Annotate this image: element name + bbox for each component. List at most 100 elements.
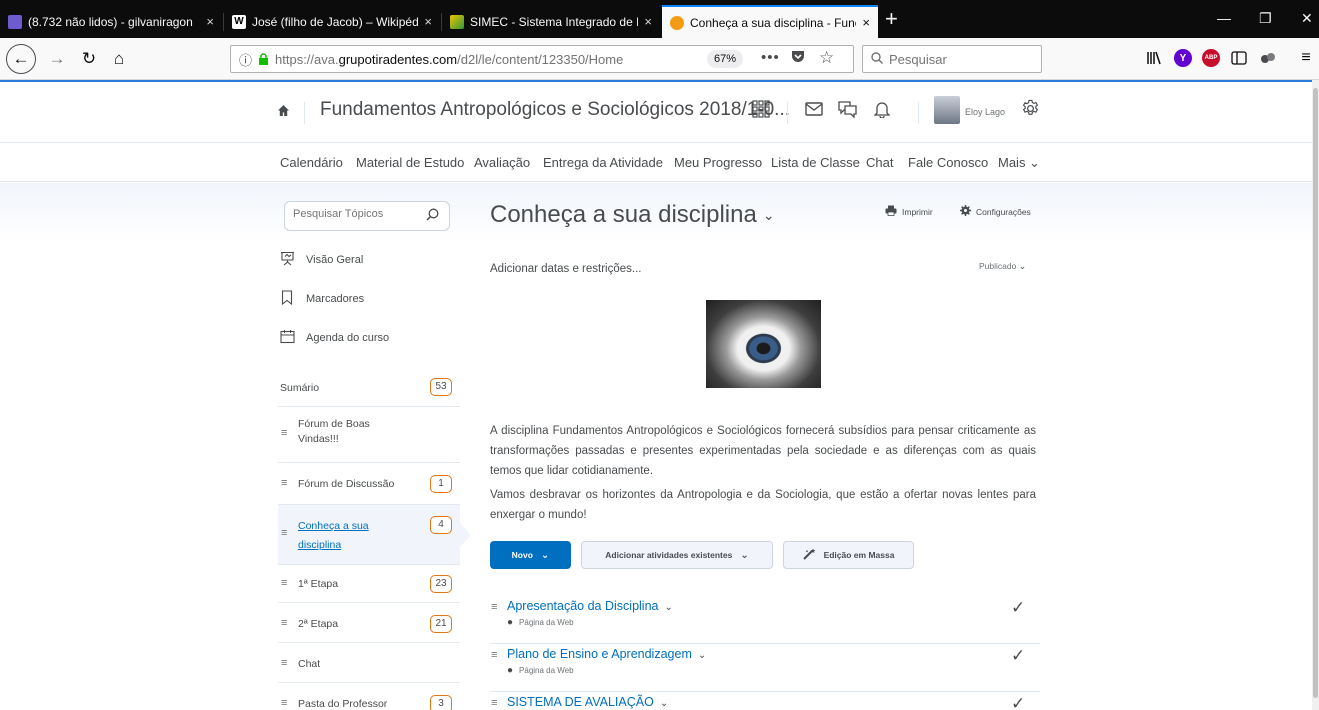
course-selector-icon[interactable] <box>752 100 774 122</box>
topic-title[interactable]: Apresentação da Disciplina ⌄ <box>507 599 673 613</box>
yahoo-icon[interactable]: Y <box>1174 49 1192 67</box>
page-actions-icon[interactable]: ••• <box>761 49 780 66</box>
home-button[interactable]: ⌂ <box>106 46 132 72</box>
sidebar-item-label: Marcadores <box>306 293 365 305</box>
nav-item-avaliacao[interactable]: Avaliação <box>474 155 530 170</box>
topic-title[interactable]: SISTEMA DE AVALIAÇÃO ⌄ <box>507 695 668 709</box>
course-title[interactable]: Fundamentos Antropológicos e Sociológico… <box>320 99 790 121</box>
topic-search-input[interactable] <box>293 208 413 220</box>
drag-handle-icon[interactable]: ≡ <box>281 617 287 629</box>
drag-handle-icon[interactable]: ≡ <box>281 577 287 589</box>
nav-item-chat[interactable]: Chat <box>866 155 893 170</box>
close-tab-icon[interactable]: × <box>862 15 870 30</box>
settings-button[interactable]: Configurações <box>960 205 1031 219</box>
gear-icon[interactable] <box>1021 99 1043 121</box>
nav-item-lista[interactable]: Lista de Classe <box>771 155 860 170</box>
chevron-down-icon[interactable]: ⌄ <box>660 698 668 709</box>
reload-button[interactable]: ↻ <box>76 46 102 72</box>
restore-button[interactable]: ❐ <box>1259 10 1272 27</box>
browser-tab[interactable]: W José (filho de Jacob) – Wikipédi × <box>224 5 440 38</box>
close-window-button[interactable]: ✕ <box>1301 10 1313 27</box>
pocket-icon[interactable] <box>791 50 805 66</box>
scrollbar-thumb[interactable] <box>1313 88 1318 698</box>
mail-icon[interactable] <box>805 102 827 124</box>
sidebar-module-1-etapa[interactable]: ≡ 1ª Etapa 23 <box>278 565 460 603</box>
sidebar-item-agenda[interactable]: Agenda do curso <box>278 329 460 347</box>
minimize-button[interactable]: — <box>1217 10 1231 26</box>
bulk-edit-button[interactable]: Edição em Massa <box>783 541 914 569</box>
page-title[interactable]: Conheça a sua disciplina ⌄ <box>490 201 775 229</box>
topic-row[interactable]: ≡ Plano de Ensino e Aprendizagem ⌄ ● Págin… <box>490 644 1040 692</box>
chevron-down-icon[interactable]: ⌄ <box>763 207 775 223</box>
search-input[interactable] <box>889 51 1029 67</box>
status-label: Publicado <box>979 261 1017 271</box>
add-dates-link[interactable]: Adicionar datas e restrições... <box>490 263 642 275</box>
topic-name: SISTEMA DE AVALIAÇÃO <box>507 695 654 709</box>
adblock-icon[interactable]: ABP <box>1202 49 1220 67</box>
topic-title[interactable]: Plano de Ensino e Aprendizagem ⌄ <box>507 647 706 661</box>
drag-handle-icon[interactable]: ≡ <box>281 697 287 709</box>
checkmark-icon: ✓ <box>1011 646 1026 665</box>
drag-handle-icon[interactable]: ≡ <box>491 697 497 709</box>
sidebar-item-visao-geral[interactable]: Visão Geral <box>278 251 460 269</box>
topic-row[interactable]: ≡ SISTEMA DE AVALIAÇÃO ⌄ ✓ <box>490 692 1040 710</box>
topic-search[interactable] <box>284 201 450 231</box>
user-name[interactable]: Eloy Lago <box>965 107 1005 117</box>
nav-item-progresso[interactable]: Meu Progresso <box>674 155 762 170</box>
nav-item-entrega[interactable]: Entrega da Atividade <box>543 155 663 170</box>
menu-icon[interactable]: ≡ <box>1297 49 1315 67</box>
browser-tab[interactable]: (8.732 não lidos) - gilvaniragon × <box>0 5 222 38</box>
drag-handle-icon[interactable]: ≡ <box>281 427 287 439</box>
divider <box>304 102 305 124</box>
new-tab-button[interactable]: + <box>885 7 898 31</box>
drag-handle-icon[interactable]: ≡ <box>491 601 497 613</box>
zoom-indicator[interactable]: 67% <box>707 50 744 68</box>
forward-button[interactable]: → <box>44 46 70 72</box>
print-button[interactable]: Imprimir <box>885 205 933 219</box>
chat-icon[interactable] <box>838 100 860 122</box>
close-tab-icon[interactable]: × <box>424 14 432 29</box>
extension-icon[interactable] <box>1259 49 1277 67</box>
back-button[interactable]: ← <box>6 44 36 74</box>
topic-row[interactable]: ≡ Apresentação da Disciplina ⌄ ● Página da… <box>490 596 1040 644</box>
home-icon[interactable] <box>277 104 290 121</box>
sidebar-item-marcadores[interactable]: Marcadores <box>278 290 460 308</box>
sidebar-module-forum-boas-vindas[interactable]: ≡ Fórum de Boas Vindas!!! <box>278 407 460 463</box>
status-dropdown[interactable]: Publicado ⌄ <box>979 261 1026 272</box>
browser-nav-bar: ← → ↻ ⌂ ⓘ https://ava.grupotiradentes.co… <box>0 38 1319 80</box>
nav-item-mais[interactable]: Mais ⌄ <box>998 155 1040 171</box>
nav-item-fale-conosco[interactable]: Fale Conosco <box>908 155 988 170</box>
sidebar-module-2-etapa[interactable]: ≡ 2ª Etapa 21 <box>278 603 460 643</box>
nav-item-material[interactable]: Material de Estudo <box>356 155 464 170</box>
drag-handle-icon[interactable]: ≡ <box>281 477 287 489</box>
close-tab-icon[interactable]: × <box>206 14 214 29</box>
table-of-contents-sidebar: Visão Geral Marcadores Agenda do curso S… <box>278 183 471 710</box>
sidebar-module-forum-discussao[interactable]: ≡ Fórum de Discussão 1 <box>278 463 460 505</box>
address-bar[interactable]: ⓘ https://ava.grupotiradentes.com/d2l/le… <box>230 45 854 73</box>
library-icon[interactable] <box>1145 49 1163 67</box>
sidebar-module-chat[interactable]: ≡ Chat <box>278 643 460 683</box>
browser-tab[interactable]: SIMEC - Sistema Integrado de P × <box>442 5 660 38</box>
drag-handle-icon[interactable]: ≡ <box>491 649 497 661</box>
sidebar-module-conheca[interactable]: ≡ Conheça a sua disciplina 4 <box>278 505 471 565</box>
sidebar-module-pasta-professor[interactable]: ≡ Pasta do Professor 3 <box>278 683 460 710</box>
close-tab-icon[interactable]: × <box>644 14 652 29</box>
avatar[interactable] <box>934 96 960 124</box>
browser-tab-active[interactable]: Conheça a sua disciplina - Func × <box>662 5 878 38</box>
page-scrollbar[interactable] <box>1312 80 1319 710</box>
info-icon[interactable]: ⓘ <box>239 50 252 69</box>
search-icon[interactable] <box>426 208 439 224</box>
drag-handle-icon[interactable]: ≡ <box>281 527 287 539</box>
drag-handle-icon[interactable]: ≡ <box>281 657 287 669</box>
new-button[interactable]: Novo ⌄ <box>490 541 571 569</box>
nav-item-calendario[interactable]: Calendário <box>280 155 343 170</box>
bookmark-star-icon[interactable]: ☆ <box>819 48 834 68</box>
chevron-down-icon[interactable]: ⌄ <box>698 650 706 661</box>
sidebar-item-sumario[interactable]: Sumário 53 <box>278 369 460 407</box>
chevron-down-icon: ⌄ <box>1018 261 1027 271</box>
bell-icon[interactable] <box>873 100 896 122</box>
add-existing-button[interactable]: Adicionar atividades existentes ⌄ <box>581 541 773 569</box>
reader-view-icon[interactable] <box>1230 49 1248 67</box>
search-box[interactable] <box>862 45 1042 73</box>
chevron-down-icon[interactable]: ⌄ <box>664 602 672 613</box>
